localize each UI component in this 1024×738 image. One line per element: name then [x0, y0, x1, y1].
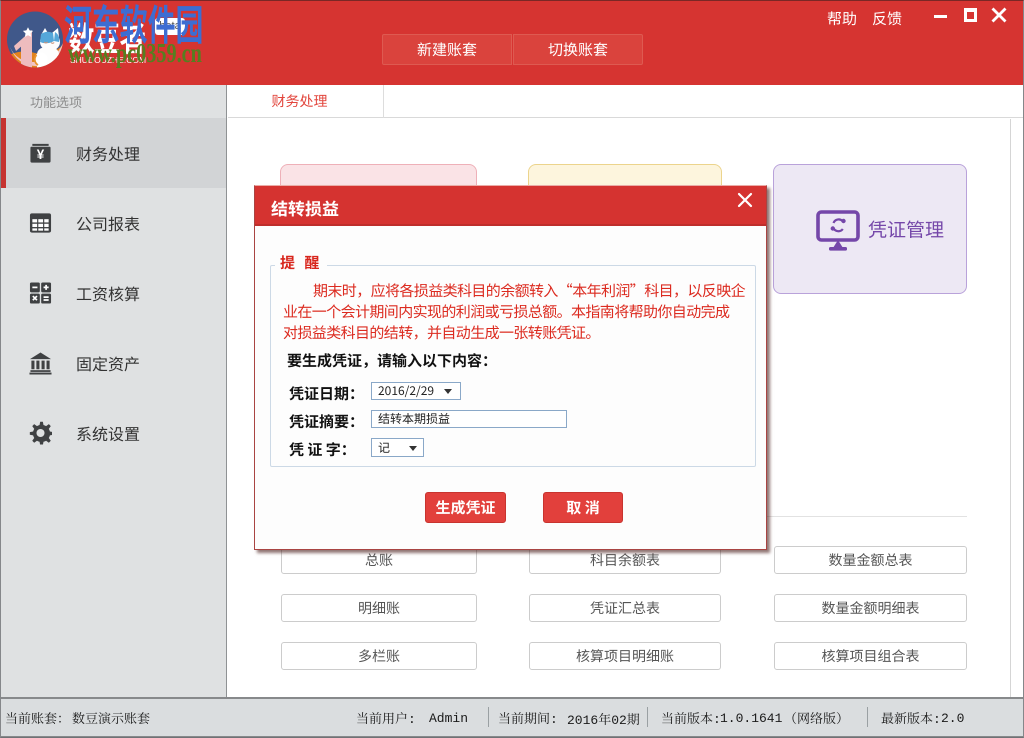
svg-text:¥: ¥: [37, 147, 45, 162]
